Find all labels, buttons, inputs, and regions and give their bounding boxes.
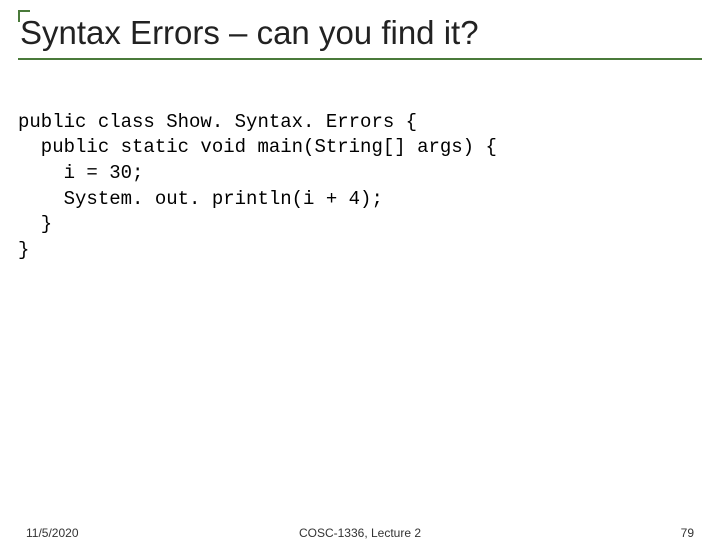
footer-course: COSC-1336, Lecture 2	[0, 526, 720, 540]
code-line: System. out. println(i + 4);	[18, 188, 383, 210]
code-block: public class Show. Syntax. Errors { publ…	[18, 84, 702, 289]
code-line: i = 30;	[18, 162, 143, 184]
code-line: }	[18, 213, 52, 235]
title-container: Syntax Errors – can you find it?	[18, 10, 702, 60]
code-line: public class Show. Syntax. Errors {	[18, 111, 417, 133]
code-line: public static void main(String[] args) {	[18, 136, 497, 158]
slide-title: Syntax Errors – can you find it?	[18, 14, 702, 52]
title-accent	[18, 10, 30, 22]
code-line: }	[18, 239, 29, 261]
footer-page: 79	[681, 526, 694, 540]
slide: Syntax Errors – can you find it? public …	[0, 0, 720, 540]
